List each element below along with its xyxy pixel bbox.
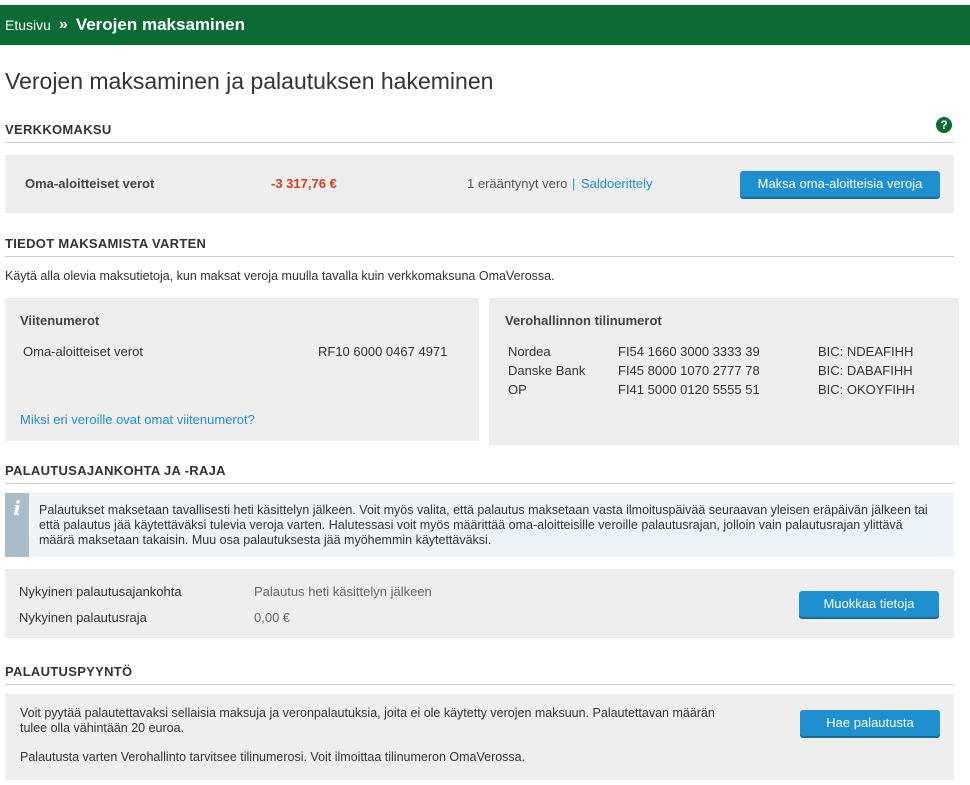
- refund-limit-label: Nykyinen palautusraja: [19, 610, 147, 625]
- help-icon[interactable]: ?: [936, 117, 952, 133]
- bank-bic: BIC: OKOYFIHH: [818, 382, 915, 397]
- breadcrumb-current: Verojen maksaminen: [75, 15, 245, 34]
- online-payment-panel: Oma-aloitteiset verot -3 317,76 € 1 erää…: [5, 155, 954, 213]
- refund-request-text: Voit pyytää palautettavaksi sellaisia ma…: [20, 706, 715, 735]
- reference-numbers-panel: Viitenumerot Oma-aloitteiset verot RF10 …: [5, 298, 479, 441]
- section-heading-verkkomaksu: VERKKOMAKSU: [5, 122, 954, 143]
- bank-iban: FI41 5000 0120 5555 51: [618, 382, 760, 397]
- refund-limit-value: 0,00 €: [254, 610, 291, 625]
- balance-breakdown-link[interactable]: Saldoerittely: [581, 176, 653, 191]
- bank-bic: BIC: DABAFIHH: [818, 363, 913, 378]
- page-title: Verojen maksaminen ja palautuksen hakemi…: [5, 68, 494, 94]
- refund-request-panel: Voit pyytää palautettavaksi sellaisia ma…: [5, 694, 954, 780]
- bank-name: OP: [508, 382, 527, 397]
- edit-details-button[interactable]: Muokkaa tietoja: [799, 591, 939, 617]
- section-heading-refund-request: PALAUTUSPYYNTÖ: [5, 664, 954, 685]
- overdue-count: 1 erääntynyt vero: [467, 176, 568, 191]
- why-reference-numbers-link[interactable]: Miksi eri veroille ovat omat viitenumero…: [20, 412, 255, 427]
- reference-label: Oma-aloitteiset verot: [23, 344, 143, 359]
- breadcrumb-bar: Etusivu » Verojen maksaminen: [0, 5, 970, 45]
- refund-time-label: Nykyinen palautusajankohta: [19, 584, 182, 599]
- refund-info-box: i Palautukset maksetaan tavallisesti het…: [5, 493, 954, 557]
- bank-iban: FI45 8000 1070 2777 78: [618, 363, 760, 378]
- bank-accounts-panel: Verohallinnon tilinumerot Nordea FI54 16…: [489, 298, 959, 445]
- request-refund-button[interactable]: Hae palautusta: [800, 710, 940, 736]
- tax-type-label: Oma-aloitteiset verot: [25, 176, 155, 191]
- breadcrumb-home-link[interactable]: Etusivu: [5, 17, 51, 33]
- bank-bic: BIC: NDEAFIHH: [818, 344, 914, 359]
- payment-info-intro: Käytä alla olevia maksutietoja, kun maks…: [5, 269, 555, 283]
- pay-taxes-button[interactable]: Maksa oma-aloitteisia veroja: [740, 171, 940, 197]
- refund-request-note: Palautusta varten Verohallinto tarvitsee…: [20, 750, 526, 764]
- reference-numbers-title: Viitenumerot: [20, 313, 100, 328]
- section-heading-payment-info: TIEDOT MAKSAMISTA VARTEN: [5, 236, 954, 257]
- link-divider: |: [572, 176, 576, 191]
- tax-amount: -3 317,76 €: [271, 176, 337, 191]
- info-icon: i: [5, 493, 29, 557]
- section-heading-refund-time: PALAUTUSAJANKOHTA JA -RAJA: [5, 463, 954, 484]
- refund-info-text: Palautukset maksetaan tavallisesti heti …: [39, 503, 928, 547]
- reference-number: RF10 6000 0467 4971: [318, 344, 448, 359]
- bank-iban: FI54 1660 3000 3333 39: [618, 344, 760, 359]
- bank-accounts-title: Verohallinnon tilinumerot: [505, 313, 662, 328]
- bank-name: Nordea: [508, 344, 551, 359]
- refund-time-value: Palautus heti käsittelyn jälkeen: [254, 584, 432, 599]
- bank-name: Danske Bank: [508, 363, 586, 378]
- breadcrumb-separator: »: [58, 16, 68, 33]
- refund-settings-panel: Nykyinen palautusajankohta Palautus heti…: [5, 569, 954, 638]
